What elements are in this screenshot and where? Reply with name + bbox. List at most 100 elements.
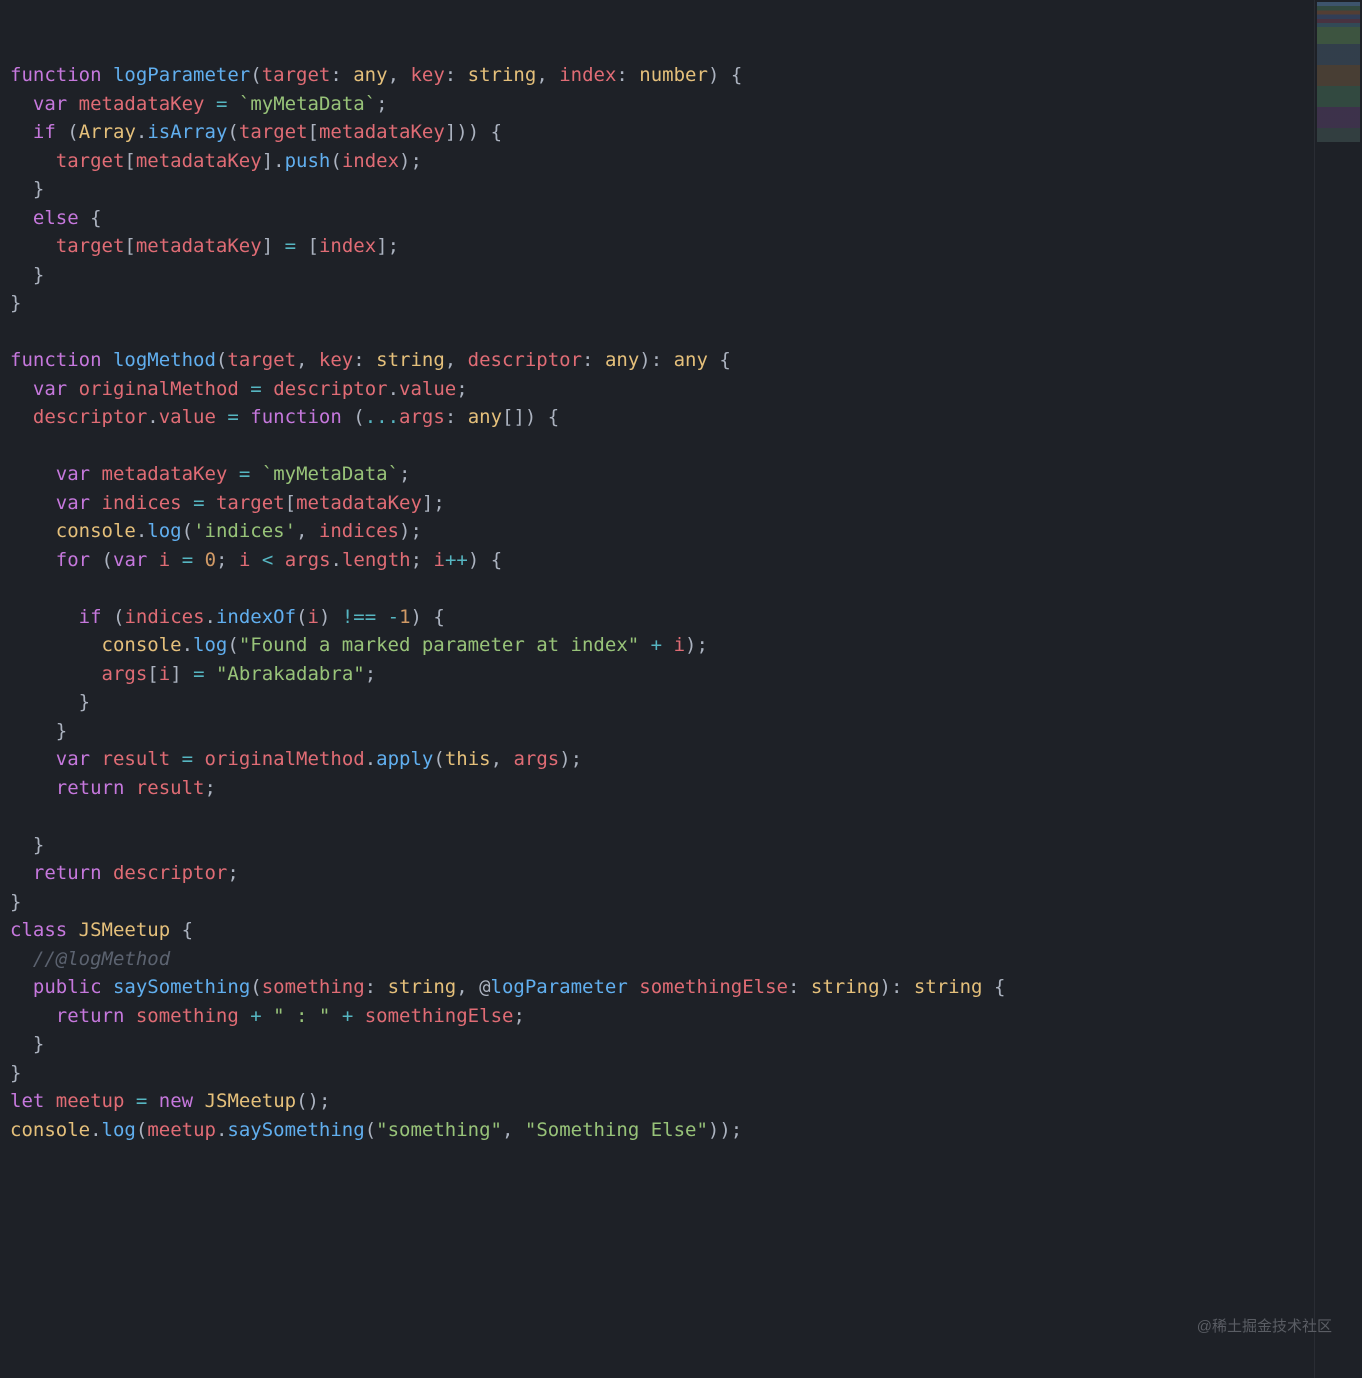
code-line[interactable]: function logParameter(target: any, key: … <box>10 61 1304 90</box>
token-punct: ); <box>399 520 422 542</box>
code-line[interactable]: } <box>10 688 1304 717</box>
token-op: ... <box>365 406 399 428</box>
code-line[interactable]: return descriptor; <box>10 859 1304 888</box>
code-line[interactable]: var indices = target[metadataKey]; <box>10 489 1304 518</box>
code-line[interactable]: return something + " : " + somethingElse… <box>10 1002 1304 1031</box>
token-punct: ( <box>227 121 238 143</box>
token-comment: //@logMethod <box>33 948 170 970</box>
token-white <box>193 1090 204 1112</box>
token-punct: ; <box>216 549 239 571</box>
token-kw: function <box>10 64 102 86</box>
code-line[interactable]: return result; <box>10 774 1304 803</box>
token-ident: meetup <box>56 1090 125 1112</box>
token-punct: . <box>147 406 158 428</box>
token-punct: ); <box>559 748 582 770</box>
token-white <box>205 663 216 685</box>
code-line[interactable]: var metadataKey = `myMetaData`; <box>10 90 1304 119</box>
token-white <box>124 1005 135 1027</box>
token-param: somethingElse <box>639 976 788 998</box>
token-param: key <box>319 349 353 371</box>
code-line[interactable]: } <box>10 175 1304 204</box>
token-white <box>193 549 204 571</box>
code-line[interactable]: } <box>10 1030 1304 1059</box>
token-punct: ) { <box>468 549 502 571</box>
token-punct: ) <box>319 606 342 628</box>
token-white <box>44 1090 55 1112</box>
token-ident: i <box>308 606 319 628</box>
minimap[interactable] <box>1314 0 1362 1378</box>
token-ident: target <box>216 492 285 514</box>
code-line[interactable] <box>10 574 1304 603</box>
code-line[interactable]: console.log('indices', indices); <box>10 517 1304 546</box>
token-fn: indexOf <box>216 606 296 628</box>
code-line[interactable]: } <box>10 831 1304 860</box>
token-white <box>216 406 227 428</box>
token-ident: i <box>239 549 250 571</box>
code-line[interactable] <box>10 432 1304 461</box>
token-white <box>56 121 67 143</box>
code-line[interactable]: console.log(meetup.saySomething("somethi… <box>10 1116 1304 1145</box>
code-line[interactable]: class JSMeetup { <box>10 916 1304 945</box>
token-str: "something" <box>376 1119 502 1141</box>
token-punct: , <box>445 349 468 371</box>
token-ident: i <box>674 634 685 656</box>
token-white <box>662 634 673 656</box>
token-ident: i <box>159 663 170 685</box>
token-prop: value <box>399 378 456 400</box>
token-op: = <box>182 549 193 571</box>
token-fn: log <box>102 1119 136 1141</box>
code-line[interactable]: var result = originalMethod.apply(this, … <box>10 745 1304 774</box>
code-line[interactable]: } <box>10 888 1304 917</box>
code-line[interactable]: for (var i = 0; i < args.length; i++) { <box>10 546 1304 575</box>
code-line[interactable]: var metadataKey = `myMetaData`; <box>10 460 1304 489</box>
code-line[interactable]: } <box>10 261 1304 290</box>
code-line[interactable] <box>10 802 1304 831</box>
token-type: any <box>674 349 708 371</box>
token-punct: . <box>90 1119 101 1141</box>
token-str: "Something Else" <box>525 1119 708 1141</box>
code-line[interactable]: if (indices.indexOf(i) !== -1) { <box>10 603 1304 632</box>
code-line[interactable]: target[metadataKey] = [index]; <box>10 232 1304 261</box>
token-punct: } <box>33 178 44 200</box>
token-str: 'indices' <box>193 520 296 542</box>
token-param: something <box>262 976 365 998</box>
code-line[interactable]: } <box>10 289 1304 318</box>
code-line[interactable]: descriptor.value = function (...args: an… <box>10 403 1304 432</box>
code-line[interactable]: let meetup = new JSMeetup(); <box>10 1087 1304 1116</box>
token-kw: return <box>33 862 102 884</box>
token-ident: index <box>319 235 376 257</box>
token-white <box>193 748 204 770</box>
token-type: string <box>388 976 457 998</box>
token-fn: saySomething <box>227 1119 364 1141</box>
code-line[interactable] <box>10 318 1304 347</box>
token-punct: ( <box>182 520 193 542</box>
code-line[interactable]: } <box>10 717 1304 746</box>
token-type: string <box>376 349 445 371</box>
token-kw: var <box>56 463 90 485</box>
token-punct: ] <box>262 235 285 257</box>
code-line[interactable]: function logMethod(target, key: string, … <box>10 346 1304 375</box>
token-param: args <box>399 406 445 428</box>
code-line[interactable]: //@logMethod <box>10 945 1304 974</box>
code-line[interactable]: console.log("Found a marked parameter at… <box>10 631 1304 660</box>
code-line[interactable]: public saySomething(something: string, @… <box>10 973 1304 1002</box>
token-kw: var <box>33 93 67 115</box>
code-line[interactable]: var originalMethod = descriptor.value; <box>10 375 1304 404</box>
code-line[interactable]: target[metadataKey].push(index); <box>10 147 1304 176</box>
token-punct: : <box>353 349 376 371</box>
code-line[interactable]: } <box>10 1059 1304 1088</box>
code-area[interactable]: function logParameter(target: any, key: … <box>0 0 1314 1378</box>
token-type: any <box>353 64 387 86</box>
token-punct: ( <box>216 349 227 371</box>
code-line[interactable]: args[i] = "Abrakadabra"; <box>10 660 1304 689</box>
code-line[interactable]: if (Array.isArray(target[metadataKey])) … <box>10 118 1304 147</box>
token-punct: : <box>616 64 639 86</box>
token-punct: @ <box>479 976 490 998</box>
token-kw: if <box>79 606 102 628</box>
code-line[interactable]: else { <box>10 204 1304 233</box>
token-white <box>205 492 216 514</box>
token-param: target <box>262 64 331 86</box>
minimap-content <box>1317 2 1360 142</box>
token-punct: ; <box>399 463 410 485</box>
token-ident: target <box>56 235 125 257</box>
